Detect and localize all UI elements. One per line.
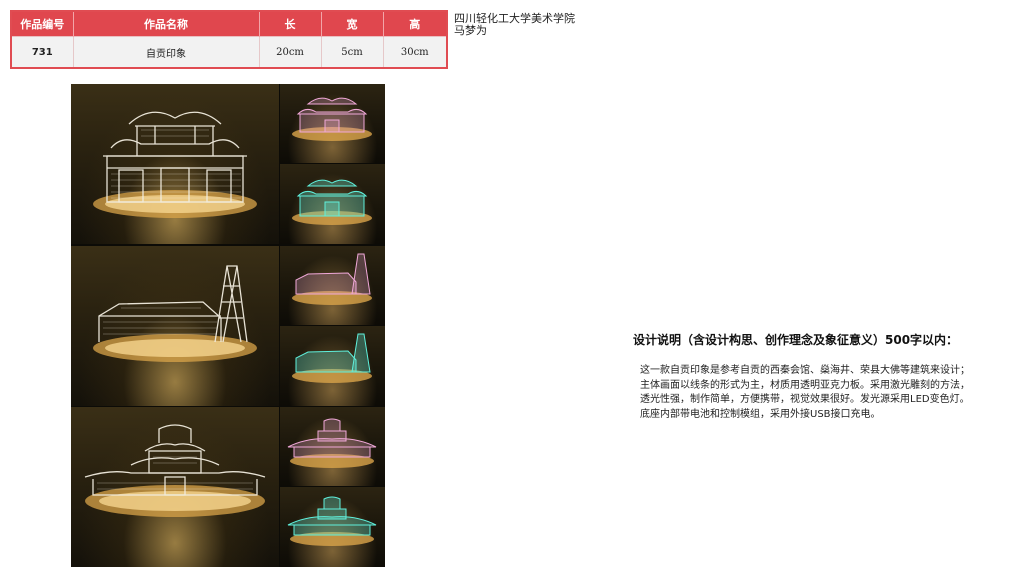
author-name: 马梦为 <box>454 24 487 37</box>
photo-great-buddha-pink <box>280 407 385 486</box>
cell-width: 5cm <box>321 36 384 68</box>
header-work-number: 作品编号 <box>11 11 74 37</box>
description-line: 这一款自贡印象是参考自贡的西秦会馆、燊海井、荣县大佛等建筑来设计； <box>640 365 970 376</box>
lamp-cyan-icon <box>292 179 372 225</box>
photo-xiqin-hall-cyan <box>280 164 385 244</box>
header-width: 宽 <box>321 11 384 37</box>
lamp-salt-well-icon <box>93 265 257 362</box>
design-description-body: 这一款自贡印象是参考自贡的西秦会馆、燊海井、荣县大佛等建筑来设计； 主体画面以线… <box>640 364 996 422</box>
product-photo-collage <box>71 84 385 567</box>
description-line: 主体画面以线条的形式为主，材质用透明亚克力板。采用激光雕刻的方法， <box>640 379 970 391</box>
header-height: 高 <box>383 11 447 37</box>
lamp-cyan-icon-2 <box>292 333 372 383</box>
description-line: 透光性强，制作简单，方便携带，视觉效果很好。发光源采用LED变色灯。 <box>640 394 970 405</box>
lamp-pink-icon <box>292 97 372 141</box>
header-work-name: 作品名称 <box>73 11 260 37</box>
photo-great-buddha-cyan <box>280 487 385 567</box>
photo-salt-well-pink <box>280 246 385 325</box>
lamp-cyan-icon-3 <box>287 496 377 546</box>
lamp-pink-icon-2 <box>292 253 372 305</box>
description-line: 底座内部带电池和控制模组，采用外接USB接口充电。 <box>640 408 881 420</box>
design-description-title: 设计说明（含设计构思、创作理念及象征意义）500字以内： <box>633 333 959 347</box>
header-length: 长 <box>259 11 322 37</box>
photo-xiqin-hall-white <box>71 84 279 244</box>
cell-height: 30cm <box>383 36 447 68</box>
table-header-row: 作品编号 作品名称 长 宽 高 <box>11 11 447 37</box>
cell-length: 20cm <box>259 36 322 68</box>
photo-great-buddha-white <box>71 407 279 567</box>
photo-xiqin-hall-pink <box>280 84 385 163</box>
photo-salt-well-white <box>71 246 279 406</box>
lamp-great-buddha-icon <box>84 424 266 517</box>
info-table: 作品编号 作品名称 长 宽 高 731 自贡印象 20cm 5cm 30cm <box>10 10 448 69</box>
author-info: 四川轻化工大学美术学院 马梦为 <box>454 13 575 37</box>
photo-salt-well-cyan <box>280 326 385 406</box>
lamp-xiqin-hall-icon <box>93 111 257 218</box>
table-row: 731 自贡印象 20cm 5cm 30cm <box>11 36 447 68</box>
cell-work-number: 731 <box>11 36 74 68</box>
lamp-pink-icon-3 <box>287 418 377 468</box>
cell-work-name: 自贡印象 <box>73 36 260 68</box>
